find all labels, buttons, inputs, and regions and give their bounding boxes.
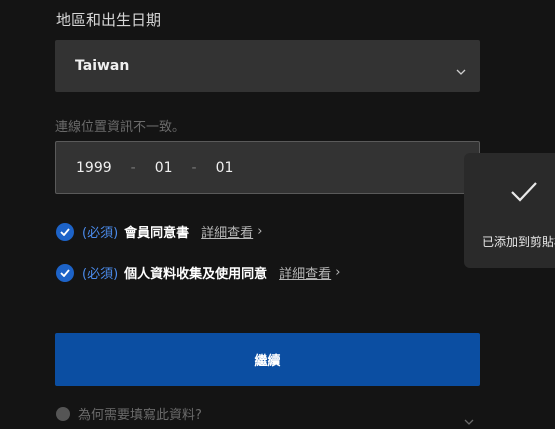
location-warning: 連線位置資訊不一致。 [55, 120, 186, 135]
help-link[interactable]: 為何需要填寫此資料? [56, 404, 202, 423]
birth-day[interactable]: 01 [216, 160, 234, 176]
help-text: 為何需要填寫此資料? [78, 408, 202, 423]
terms-name: 會員同意書 [124, 226, 190, 241]
checkmark-icon [510, 181, 538, 207]
view-details-link[interactable]: 詳細查看 [279, 263, 331, 282]
birth-year[interactable]: 1999 [76, 160, 112, 176]
region-select[interactable]: Taiwan [55, 40, 480, 92]
info-icon [56, 406, 70, 421]
chevron-right-icon: › [335, 265, 341, 280]
clipboard-toast: 已添加到剪貼板 [464, 153, 555, 268]
checkbox-checked-icon[interactable] [56, 222, 74, 241]
view-details-link[interactable]: 詳細查看 [201, 222, 253, 241]
continue-button[interactable]: 繼續 [55, 333, 480, 386]
terms-row-privacy: (必須) 個人資料收集及使用同意 詳細查看 › [56, 263, 340, 282]
birth-date-field[interactable]: 1999 - 01 - 01 [55, 141, 480, 194]
checkbox-checked-icon[interactable] [56, 263, 74, 282]
chevron-down-icon[interactable] [464, 410, 474, 429]
region-select-value: Taiwan [75, 58, 130, 74]
terms-name: 個人資料收集及使用同意 [124, 267, 268, 282]
region-section-label: 地區和出生日期 [56, 11, 162, 29]
chevron-down-icon [456, 60, 466, 79]
terms-row-membership: (必須) 會員同意書 詳細查看 › [56, 222, 262, 241]
date-separator: - [191, 159, 197, 176]
required-tag: (必須) [82, 226, 119, 241]
chevron-right-icon: › [257, 224, 263, 239]
toast-message: 已添加到剪貼板 [482, 235, 555, 249]
required-tag: (必須) [82, 267, 119, 282]
birth-month[interactable]: 01 [155, 160, 173, 176]
date-separator: - [130, 159, 136, 176]
